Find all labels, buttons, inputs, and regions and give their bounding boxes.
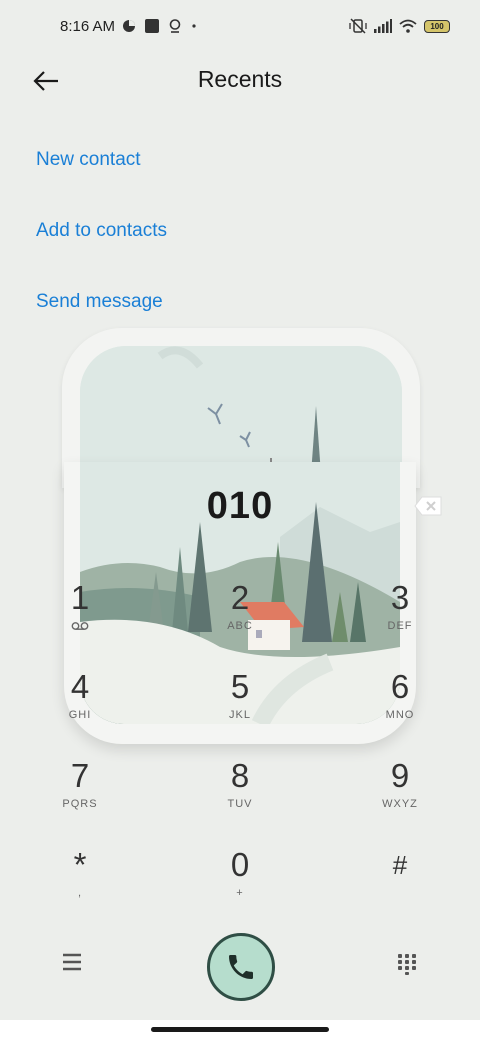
page-title: Recents [197,66,283,92]
menu-icon [63,953,81,971]
key-0[interactable]: 0 + [180,845,300,925]
data-saver-icon [123,20,135,32]
square-app-icon [145,19,159,33]
backspace-icon [414,496,442,516]
home-indicator[interactable] [151,1027,329,1032]
add-to-contacts-link[interactable]: Add to contacts [36,220,167,242]
backspace-button[interactable] [414,496,442,516]
voicemail-icon [71,622,89,630]
call-button[interactable] [207,933,275,1001]
key-4[interactable]: 4 GHI [20,667,140,747]
battery-icon: 100 [424,19,450,33]
key-2[interactable]: 2 ABC [180,578,300,658]
phone-icon [229,955,253,979]
dialed-number: 010 [206,485,274,527]
dialer-bottom-bar [0,930,480,1002]
system-nav-bar [0,1020,480,1040]
dialpad-icon [398,954,416,975]
status-bar: 8:16 AM 100 [0,0,480,56]
menu-button[interactable] [60,952,88,978]
key-8[interactable]: 8 TUV [180,756,300,836]
new-contact-link[interactable]: New contact [36,149,141,171]
key-star[interactable]: * , [20,845,140,925]
dot-icon [192,24,196,28]
location-icon [169,19,181,33]
key-5[interactable]: 5 JKL [180,667,300,747]
signal-icon [374,19,392,33]
status-time: 8:16 AM [60,18,116,35]
wifi-icon [399,19,417,33]
key-9[interactable]: 9 WXYZ [340,756,460,836]
key-7[interactable]: 7 PQRS [20,756,140,836]
keypad-toggle-button[interactable] [395,952,421,978]
key-6[interactable]: 6 MNO [340,667,460,747]
vibrate-off-icon [349,18,367,34]
send-message-link[interactable]: Send message [36,291,163,313]
key-3[interactable]: 3 DEF [340,578,460,658]
key-hash[interactable]: # [340,845,460,925]
key-1[interactable]: 1 [20,578,140,658]
